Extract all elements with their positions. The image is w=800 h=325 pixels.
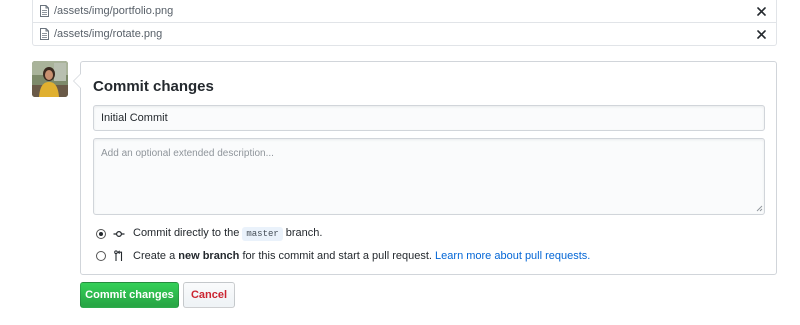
file-icon: [40, 28, 49, 40]
commit-changes-button[interactable]: Commit changes: [80, 282, 179, 308]
file-row: /assets/img/portfolio.png: [33, 0, 776, 23]
commit-form: Commit changes Commit directly to themas…: [73, 61, 777, 275]
learn-more-link[interactable]: Learn more about pull requests.: [435, 250, 590, 262]
new-branch-bold: new branch: [178, 250, 240, 262]
commit-direct-option[interactable]: Commit directly to the master branch.: [96, 226, 322, 242]
avatar-image: [32, 61, 68, 97]
branch-name: master: [242, 227, 283, 241]
remove-file-button[interactable]: [754, 2, 768, 20]
new-branch-label: Create a new branch for this commit and …: [133, 250, 590, 262]
commit-title: Commit changes: [93, 78, 214, 95]
avatar: [32, 61, 68, 97]
commit-summary-input[interactable]: [93, 105, 765, 131]
file-path: /assets/img/rotate.png: [54, 28, 163, 40]
commit-direct-label: Commit directly to the master branch.: [133, 227, 322, 241]
close-icon: [756, 29, 766, 39]
git-pull-request-icon: [114, 250, 123, 261]
new-branch-radio[interactable]: [96, 251, 106, 261]
file-path: /assets/img/portfolio.png: [54, 5, 174, 17]
commit-direct-radio[interactable]: [96, 229, 106, 239]
commit-description-textarea[interactable]: [93, 138, 765, 215]
file-row: /assets/img/rotate.png: [33, 23, 776, 46]
new-branch-suffix: for this commit and start a pull request…: [242, 250, 432, 262]
changed-files-list: /assets/img/portfolio.png /assets/img/ro…: [32, 0, 777, 46]
cancel-button[interactable]: Cancel: [183, 282, 235, 308]
speech-caret: [73, 73, 81, 89]
close-icon: [756, 6, 766, 16]
remove-file-button[interactable]: [754, 25, 768, 43]
git-commit-icon: [113, 230, 125, 238]
file-icon: [40, 5, 49, 17]
new-branch-text: Create a: [133, 250, 176, 262]
commit-direct-suffix: branch.: [285, 227, 323, 239]
resize-grip-icon[interactable]: [755, 204, 763, 212]
new-branch-option[interactable]: Create a new branch for this commit and …: [96, 248, 590, 264]
commit-direct-text: Commit directly to the: [133, 227, 240, 239]
